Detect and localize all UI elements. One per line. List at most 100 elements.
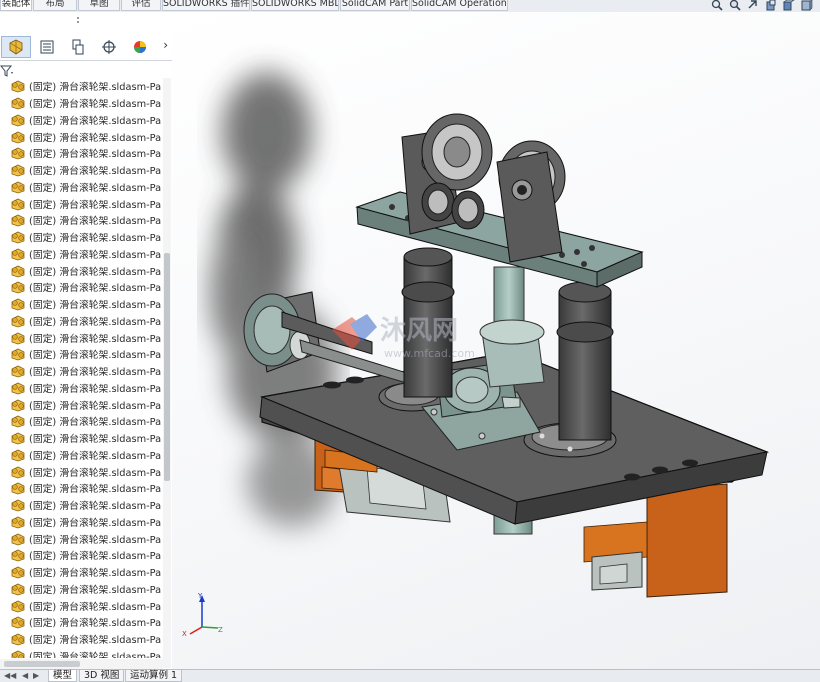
- previous-view-icon[interactable]: [746, 0, 760, 12]
- tree-item-label: (固定) 滑台滚轮架.sldasm-Part-: [29, 182, 162, 194]
- tree-item[interactable]: (固定) 滑台滚轮架.sldasm-Part-: [0, 346, 162, 363]
- section-view-icon[interactable]: [764, 0, 778, 12]
- view-orientation-icon[interactable]: [782, 0, 796, 12]
- tab-model[interactable]: 模型: [48, 670, 78, 682]
- watermark: 沐风网 www.mfcad.com: [332, 314, 475, 360]
- tree-item[interactable]: (固定) 滑台滚轮架.sldasm-Part-: [0, 363, 162, 380]
- tree-item[interactable]: (固定) 滑台滚轮架.sldasm-Part-: [0, 246, 162, 263]
- tab-assembly[interactable]: 装配体: [0, 0, 32, 11]
- tree-item[interactable]: (固定) 滑台滚轮架.sldasm-Part-: [0, 229, 162, 246]
- chevron-right-icon[interactable]: ›: [163, 38, 168, 52]
- tree-item-label: (固定) 滑台滚轮架.sldasm-Part-: [29, 199, 162, 211]
- tree-item[interactable]: (固定) 滑台滚轮架.sldasm-Part-: [0, 530, 162, 547]
- property-manager-tab[interactable]: [32, 36, 62, 58]
- tab-solidworks-mbd[interactable]: SOLIDWORKS MBD: [251, 0, 339, 11]
- tab-3d-views[interactable]: 3D 视图: [79, 670, 125, 682]
- heads-up-view-toolbar: [710, 0, 814, 12]
- part-component-icon: [11, 449, 25, 462]
- dimxpert-manager-tab[interactable]: [94, 36, 124, 58]
- scrollbar-thumb[interactable]: [164, 253, 170, 481]
- zoom-area-icon[interactable]: [728, 0, 742, 12]
- tree-horizontal-scrollbar[interactable]: [0, 659, 163, 669]
- first-tab-icon[interactable]: ◀◀: [4, 671, 16, 680]
- tree-item[interactable]: (固定) 滑台滚轮架.sldasm-Part-: [0, 564, 162, 581]
- tree-item-label: (固定) 滑台滚轮架.sldasm-Part-: [29, 300, 162, 312]
- bottom-tab-bar: ◀◀ ◀ ▶ 模型 3D 视图 运动算例 1: [0, 669, 820, 682]
- chevron-down-icon[interactable]: [75, 14, 81, 23]
- tree-item[interactable]: (固定) 滑台滚轮架.sldasm-Part-: [0, 480, 162, 497]
- part-component-icon: [11, 298, 25, 311]
- tab-solidcam-part[interactable]: SolidCAM Part: [340, 0, 410, 11]
- tree-filter[interactable]: [0, 64, 60, 78]
- roller-wheel-left[interactable]: [421, 113, 493, 191]
- tree-item-label: (固定) 滑台滚轮架.sldasm-Part-: [29, 618, 162, 630]
- tab-solidworks-addins[interactable]: SOLIDWORKS 插件: [162, 0, 250, 11]
- tree-item-label: (固定) 滑台滚轮架.sldasm-Part-: [29, 434, 162, 446]
- tab-evaluate[interactable]: 评估: [121, 0, 161, 11]
- tree-item[interactable]: (固定) 滑台滚轮架.sldasm-Part-: [0, 547, 162, 564]
- tree-item[interactable]: (固定) 滑台滚轮架.sldasm-Part-: [0, 296, 162, 313]
- post-right[interactable]: [556, 281, 614, 441]
- configuration-icon: [72, 39, 84, 55]
- tree-item[interactable]: (固定) 滑台滚轮架.sldasm-Part-: [0, 614, 162, 631]
- display-manager-tab[interactable]: [125, 36, 155, 58]
- assembly-model[interactable]: 沐风网 www.mfcad.com Y Z X: [172, 12, 820, 669]
- tree-item[interactable]: (固定) 滑台滚轮架.sldasm-Part-: [0, 329, 162, 346]
- part-component-icon: [11, 600, 25, 613]
- property-manager-icon: [40, 40, 54, 54]
- tree-item[interactable]: (固定) 滑台滚轮架.sldasm-Part-: [0, 497, 162, 514]
- tree-item[interactable]: (固定) 滑台滚轮架.sldasm-Part-: [0, 631, 162, 648]
- tree-item[interactable]: (固定) 滑台滚轮架.sldasm-Part-: [0, 597, 162, 614]
- part-component-icon: [11, 80, 25, 93]
- tree-item[interactable]: (固定) 滑台滚轮架.sldasm-Part-: [0, 145, 162, 162]
- previous-tab-icon[interactable]: ◀: [22, 671, 28, 680]
- tree-item[interactable]: (固定) 滑台滚轮架.sldasm-Part-: [0, 195, 162, 212]
- tree-item[interactable]: (固定) 滑台滚轮架.sldasm-Part-: [0, 514, 162, 531]
- tree-item-label: (固定) 滑台滚轮架.sldasm-Part-: [29, 400, 162, 412]
- feature-manager-tab[interactable]: [1, 36, 31, 58]
- part-component-icon: [11, 365, 25, 378]
- display-style-icon[interactable]: [800, 0, 814, 12]
- tree-item[interactable]: (固定) 滑台滚轮架.sldasm-Part-: [0, 262, 162, 279]
- tree-item[interactable]: (固定) 滑台滚轮架.sldasm-Part-: [0, 581, 162, 598]
- tree-item-label: (固定) 滑台滚轮架.sldasm-Part-: [29, 216, 162, 228]
- tree-item[interactable]: (固定) 滑台滚轮架.sldasm-Part-: [0, 112, 162, 129]
- tree-item[interactable]: (固定) 滑台滚轮架.sldasm-Part-: [0, 396, 162, 413]
- tree-item[interactable]: (固定) 滑台滚轮架.sldasm-Part-: [0, 212, 162, 229]
- watermark-url: www.mfcad.com: [384, 347, 475, 360]
- feature-tree: (固定) 滑台滚轮架.sldasm-Part- (固定) 滑台滚轮架.sldasm…: [0, 78, 162, 658]
- tree-item[interactable]: (固定) 滑台滚轮架.sldasm-Part-: [0, 463, 162, 480]
- tree-scrollbar[interactable]: [163, 78, 171, 668]
- tree-item[interactable]: (固定) 滑台滚轮架.sldasm-Part-: [0, 279, 162, 296]
- tab-motion-study[interactable]: 运动算例 1: [125, 670, 183, 682]
- next-tab-icon[interactable]: ▶: [33, 671, 39, 680]
- tree-item[interactable]: (固定) 滑台滚轮架.sldasm-Part-: [0, 162, 162, 179]
- tree-item[interactable]: (固定) 滑台滚轮架.sldasm-Part-: [0, 380, 162, 397]
- tree-item[interactable]: (固定) 滑台滚轮架.sldasm-Part-: [0, 128, 162, 145]
- tree-item[interactable]: (固定) 滑台滚轮架.sldasm-Part-: [0, 179, 162, 196]
- tree-item-label: (固定) 滑台滚轮架.sldasm-Part-: [29, 99, 162, 111]
- tree-item-label: (固定) 滑台滚轮架.sldasm-Part-: [29, 149, 162, 161]
- tree-item[interactable]: (固定) 滑台滚轮架.sldasm-Part-: [0, 413, 162, 430]
- part-component-icon: [11, 650, 25, 658]
- tab-sketch[interactable]: 草图: [78, 0, 120, 11]
- tab-solidcam-operations[interactable]: SolidCAM Operations: [411, 0, 508, 11]
- graphics-area[interactable]: 沐风网 www.mfcad.com Y Z X: [172, 12, 820, 669]
- zoom-to-fit-icon[interactable]: [710, 0, 724, 12]
- tree-item[interactable]: (固定) 滑台滚轮架.sldasm-Part-: [0, 447, 162, 464]
- configuration-manager-tab[interactable]: [63, 36, 93, 58]
- tree-item[interactable]: (固定) 滑台滚轮架.sldasm-Part-: [0, 95, 162, 112]
- part-component-icon: [11, 633, 25, 646]
- tree-item[interactable]: (固定) 滑台滚轮架.sldasm-Part-: [0, 78, 162, 95]
- tree-item[interactable]: (固定) 滑台滚轮架.sldasm-Part-: [0, 648, 162, 658]
- tab-layout[interactable]: 布局: [33, 0, 77, 11]
- part-component-icon: [11, 583, 25, 596]
- part-component-icon: [11, 516, 25, 529]
- center-column[interactable]: [479, 266, 545, 388]
- svg-text:X: X: [182, 630, 187, 638]
- tree-item[interactable]: (固定) 滑台滚轮架.sldasm-Part-: [0, 430, 162, 447]
- tree-item-label: (固定) 滑台滚轮架.sldasm-Part-: [29, 534, 162, 546]
- tree-item[interactable]: (固定) 滑台滚轮架.sldasm-Part-: [0, 313, 162, 330]
- horizontal-scrollbar-thumb[interactable]: [4, 661, 80, 667]
- part-component-icon: [11, 315, 25, 328]
